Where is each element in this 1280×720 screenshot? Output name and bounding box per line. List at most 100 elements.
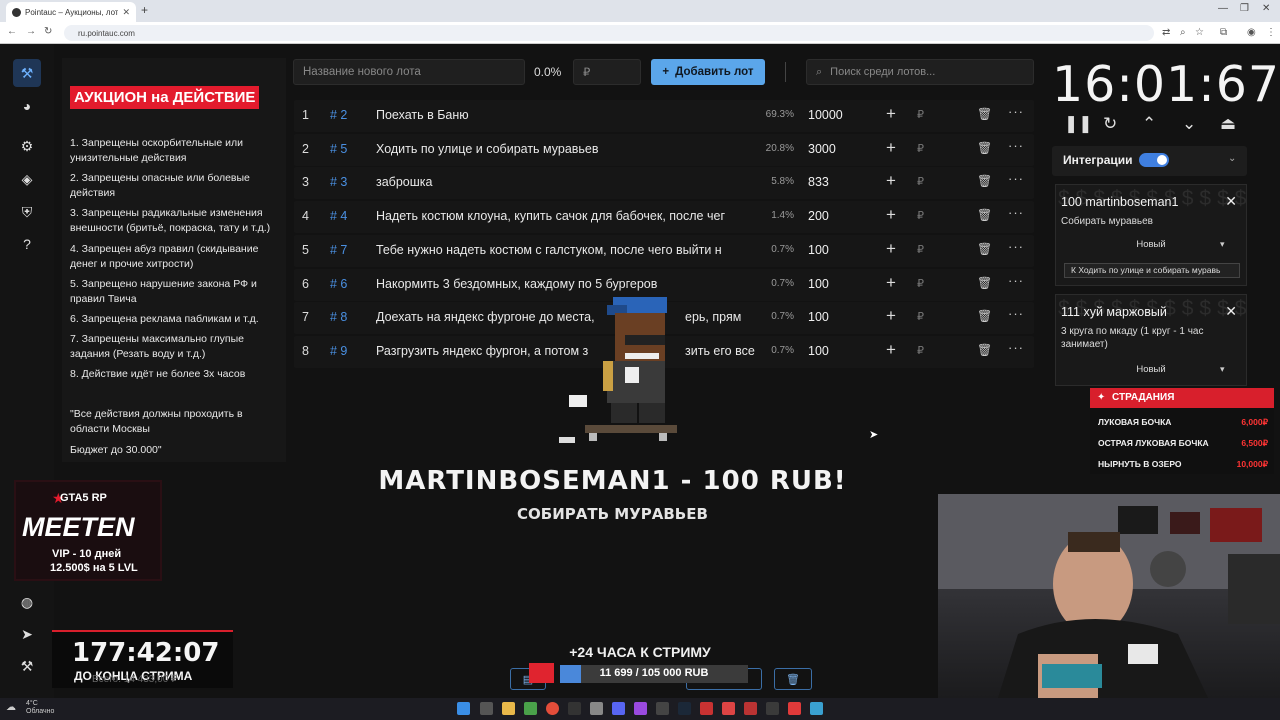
auction-gavel-icon[interactable]: ⚒ (13, 59, 41, 87)
new-tab-icon[interactable]: + (141, 3, 148, 17)
app-icon[interactable] (700, 702, 713, 715)
lot-name[interactable]: Ходить по улице и собирать муравьев (376, 142, 749, 156)
lot-amount[interactable]: 3000 (808, 142, 836, 156)
donation-status-select[interactable]: Новый (1061, 364, 1241, 375)
app-icon[interactable] (590, 702, 603, 715)
lot-name[interactable]: заброшка (376, 175, 749, 189)
add-amount-icon[interactable]: + (886, 239, 896, 259)
lot-amount[interactable]: 100 (808, 310, 829, 324)
weather-widget[interactable]: 4°C Облачно (26, 700, 54, 716)
file-explorer-icon[interactable] (502, 702, 515, 715)
dropdown-arrow-icon[interactable]: ▾ (1220, 239, 1225, 250)
donation-status-select[interactable]: Новый (1061, 239, 1241, 250)
lot-amount[interactable]: 833 (808, 175, 829, 189)
lot-amount[interactable]: 100 (808, 344, 829, 358)
new-lot-name-input[interactable]: Название нового лота (293, 59, 525, 85)
restart-icon[interactable]: ↻ (1103, 114, 1117, 134)
chevron-down-icon[interactable]: ⌄ (1228, 153, 1236, 164)
lot-name[interactable]: Поехать в Баню (376, 108, 749, 122)
forward-arrow-icon[interactable]: → (26, 26, 36, 37)
lot-name[interactable]: Надеть костюм клоуна, купить сачок для б… (376, 209, 749, 223)
search-taskbar-icon[interactable] (480, 702, 493, 715)
lot-amount[interactable]: 10000 (808, 108, 843, 122)
add-amount-icon[interactable]: + (886, 205, 896, 225)
app-icon[interactable] (656, 702, 669, 715)
lot-row[interactable]: 4 # 4 Надеть костюм клоуна, купить сачок д… (294, 201, 1034, 234)
lot-amount[interactable]: 100 (808, 277, 829, 291)
more-options-icon[interactable]: ··· (1008, 104, 1024, 119)
donation-card[interactable]: $$$$$$$$$$$$$$$$$$$$$$$$$$$$$$$$$$$$$ 10… (1055, 184, 1247, 286)
lot-row[interactable]: 2 # 5 Ходить по улице и собирать муравьев 2… (294, 133, 1034, 166)
delete-lot-icon[interactable]: 🗑 (977, 141, 992, 155)
more-options-icon[interactable]: ··· (1008, 239, 1024, 254)
decrease-time-icon[interactable]: ⌄ (1182, 114, 1196, 134)
close-icon[interactable]: ✕ (1225, 193, 1237, 210)
app-icon[interactable] (788, 702, 801, 715)
more-options-icon[interactable]: ··· (1008, 138, 1024, 153)
translate-icon[interactable]: ⇄ (1162, 27, 1170, 38)
minimize-icon[interactable]: — (1218, 3, 1228, 14)
app-icon[interactable] (744, 702, 757, 715)
lot-row[interactable]: 5 # 7 Тебе нужно надеть костюм с галстуком… (294, 234, 1034, 267)
lot-name[interactable]: Тебе нужно надеть костюм с галстуком, по… (376, 243, 749, 257)
delete-lot-icon[interactable]: 🗑 (977, 343, 992, 357)
chrome-icon[interactable] (546, 702, 559, 715)
app-icon[interactable] (766, 702, 779, 715)
app-icon[interactable] (722, 702, 735, 715)
more-options-icon[interactable]: ··· (1008, 205, 1024, 220)
add-amount-icon[interactable]: + (886, 340, 896, 360)
more-options-icon[interactable]: ··· (1008, 273, 1024, 288)
pause-icon[interactable]: ❚❚ (1064, 114, 1093, 134)
back-arrow-icon[interactable]: ← (7, 26, 17, 37)
double-increase-icon[interactable]: ⏏ (1220, 114, 1236, 134)
add-amount-icon[interactable]: + (886, 306, 896, 326)
add-amount-icon[interactable]: + (886, 273, 896, 293)
lot-row[interactable]: 1 # 2 Поехать в Баню 69.3% 10000 + ₽ 🗑 ··· (294, 100, 1034, 132)
telegram-icon[interactable]: ➤ (13, 620, 41, 648)
lot-name[interactable]: Накормить 3 бездомных, каждому по 5 бург… (376, 277, 749, 291)
github-icon[interactable]: ◍ (13, 588, 41, 616)
app-icon[interactable] (634, 702, 647, 715)
dropdown-arrow-icon[interactable]: ▾ (1220, 364, 1225, 375)
browser-tab[interactable]: Pointauc – Аукционы, лотереи ✕ (6, 2, 136, 22)
zoom-icon[interactable]: ⌕ (1180, 27, 1186, 38)
start-menu-icon[interactable] (457, 702, 470, 715)
url-field[interactable]: ru.pointauc.com (64, 25, 1154, 41)
close-icon[interactable]: ✕ (1225, 303, 1237, 320)
integrations-header[interactable]: Интеграции ⌄ (1052, 146, 1247, 176)
app-icon[interactable] (568, 702, 581, 715)
integrations-toggle[interactable] (1139, 153, 1169, 167)
donation-lot-tag[interactable]: К Ходить по улице и собирать муравь (1064, 263, 1240, 278)
more-options-icon[interactable]: ··· (1008, 306, 1024, 321)
layers-icon[interactable]: ◈ (13, 165, 41, 193)
donation-card[interactable]: $$$$$$$$$$$$$$$$$$$$$$$$$$$$$$$$$$$ 111 … (1055, 294, 1247, 386)
add-lot-button[interactable]: + Добавить лот (651, 59, 765, 85)
bookmark-star-icon[interactable]: ☆ (1195, 27, 1204, 38)
delete-lot-icon[interactable]: 🗑 (977, 107, 992, 121)
settings-gear-icon[interactable]: ⚙ (13, 132, 41, 160)
clear-list-button[interactable]: 🗑 (774, 668, 812, 690)
close-window-icon[interactable]: ✕ (1262, 3, 1270, 14)
delete-lot-icon[interactable]: 🗑 (977, 208, 992, 222)
menu-kebab-icon[interactable]: ⋮ (1266, 27, 1276, 38)
extensions-icon[interactable]: ⧉ (1220, 27, 1227, 38)
app-icon[interactable] (810, 702, 823, 715)
lot-amount[interactable]: 100 (808, 243, 829, 257)
tab-close-icon[interactable]: ✕ (122, 7, 130, 18)
delete-lot-icon[interactable]: 🗑 (977, 309, 992, 323)
add-amount-icon[interactable]: + (886, 104, 896, 124)
lot-amount[interactable]: 200 (808, 209, 829, 223)
wheel-chart-icon[interactable]: ◕ (13, 92, 41, 120)
reload-icon[interactable]: ↻ (44, 26, 52, 37)
donate-icon[interactable]: ⚒ (13, 652, 41, 680)
more-options-icon[interactable]: ··· (1008, 171, 1024, 186)
shield-icon[interactable]: ⛨ (13, 198, 41, 226)
profile-icon[interactable]: ◉ (1247, 27, 1256, 38)
new-lot-amount-input[interactable]: ₽ (573, 59, 641, 85)
help-icon[interactable]: ? (13, 230, 41, 258)
delete-lot-icon[interactable]: 🗑 (977, 174, 992, 188)
delete-lot-icon[interactable]: 🗑 (977, 276, 992, 290)
increase-time-icon[interactable]: ⌃ (1142, 114, 1156, 134)
delete-lot-icon[interactable]: 🗑 (977, 242, 992, 256)
steam-icon[interactable] (678, 702, 691, 715)
